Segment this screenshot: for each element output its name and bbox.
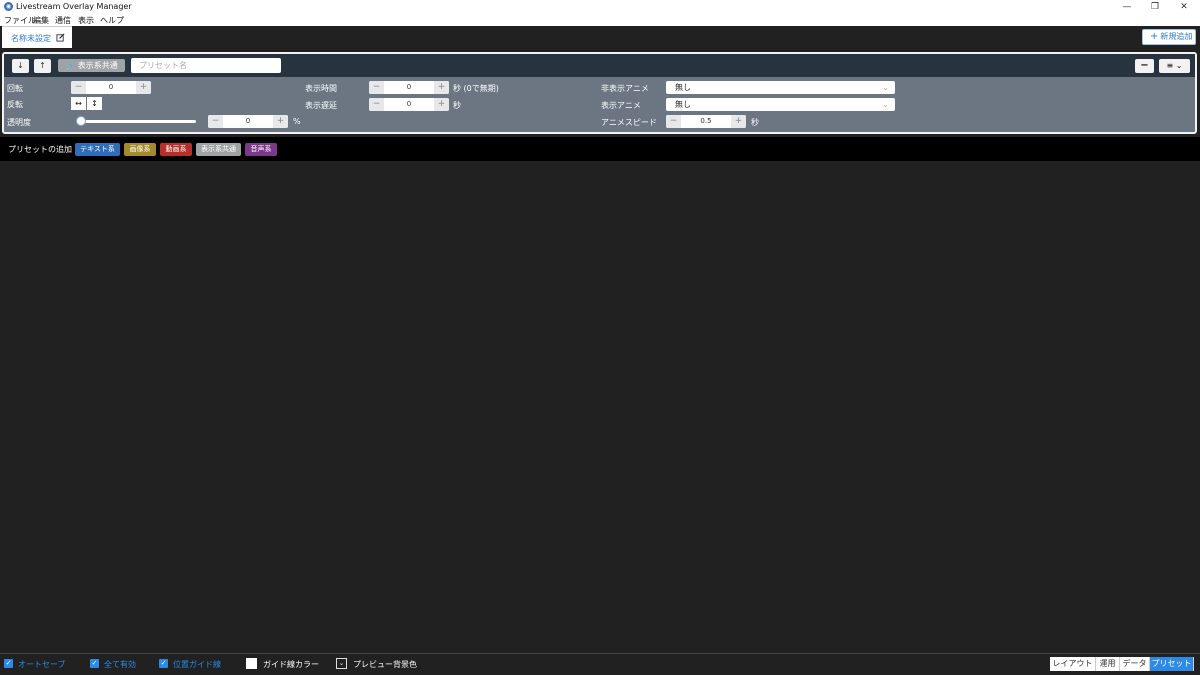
display-time-stepper[interactable]: − 0 +	[369, 81, 449, 94]
display-delay-decrement[interactable]: −	[369, 98, 384, 111]
add-display-common-button[interactable]: 表示系共通	[196, 143, 241, 156]
edit-icon[interactable]	[56, 33, 65, 42]
guide-lines-checkbox[interactable]: ✓	[159, 659, 168, 668]
anime-speed-increment[interactable]: +	[731, 115, 746, 128]
anime-speed-stepper[interactable]: − 0.5 +	[666, 115, 746, 128]
display-delay-value[interactable]: 0	[384, 98, 434, 111]
display-delay-label: 表示遅延	[305, 101, 337, 110]
preset-name-input[interactable]	[131, 58, 281, 73]
menu-file[interactable]: ファイル	[4, 15, 36, 26]
rotation-increment[interactable]: +	[136, 81, 151, 94]
restore-button[interactable]: ❐	[1148, 1, 1162, 13]
show-anime-value: 無し	[675, 100, 691, 109]
chevron-down-icon: ⌄	[882, 83, 889, 92]
menu-view[interactable]: 表示	[78, 15, 94, 26]
all-enabled-label[interactable]: 全て有効	[104, 659, 136, 670]
tab-untitled[interactable]: 名称未設定	[2, 26, 72, 48]
opacity-increment[interactable]: +	[273, 115, 288, 128]
menu-help[interactable]: ヘルプ	[100, 15, 124, 26]
guide-color-label: ガイド線カラー	[263, 660, 319, 669]
add-preset-bar: プリセットの追加 テキスト系 画像系 動画系 表示系共通 音声系	[0, 137, 1200, 161]
window-title: Livestream Overlay Manager	[16, 2, 132, 11]
anime-speed-unit: 秒	[751, 118, 759, 127]
display-time-unit: 秒 (0で無期)	[453, 84, 499, 93]
display-delay-unit: 秒	[453, 101, 461, 110]
anime-speed-decrement[interactable]: −	[666, 115, 681, 128]
display-time-increment[interactable]: +	[434, 81, 449, 94]
display-time-label: 表示時間	[305, 84, 337, 93]
rotation-stepper[interactable]: − 0 +	[71, 81, 151, 94]
autosave-label[interactable]: オートセーブ	[18, 659, 66, 670]
menu-bar: ファイル 編集 通信 表示 ヘルプ	[0, 14, 1200, 26]
mode-tab-operation[interactable]: 運用	[1096, 657, 1120, 671]
preset-panel-header: ↓ ↑ 🔗 表示系共通 − ≡ ⌄	[4, 54, 1195, 77]
move-up-button[interactable]: ↑	[34, 59, 51, 73]
all-enabled-checkbox[interactable]: ✓	[90, 659, 99, 668]
rotation-decrement[interactable]: −	[71, 81, 86, 94]
tab-label: 名称未設定	[11, 34, 51, 43]
menu-connection[interactable]: 通信	[55, 15, 71, 26]
common-chip-label: 表示系共通	[77, 61, 118, 70]
opacity-slider-track[interactable]	[80, 120, 196, 123]
rotation-label: 回転	[7, 84, 23, 93]
guide-lines-label[interactable]: 位置ガイド線	[173, 659, 221, 670]
app-logo-icon: ◉	[4, 2, 13, 11]
display-time-decrement[interactable]: −	[369, 81, 384, 94]
hide-anime-value: 無し	[675, 83, 691, 92]
hide-anime-label: 非表示アニメ	[601, 84, 649, 93]
hide-anime-select[interactable]: 無し ⌄	[666, 81, 895, 94]
display-time-value[interactable]: 0	[384, 81, 434, 94]
minimize-button[interactable]: —	[1120, 1, 1134, 13]
anime-speed-value[interactable]: 0.5	[681, 115, 731, 128]
chevron-down-icon: ⌄	[882, 100, 889, 109]
flip-vertical-button[interactable]: ↕	[87, 97, 102, 110]
opacity-stepper[interactable]: − 0 +	[208, 115, 288, 128]
autosave-checkbox[interactable]: ✓	[4, 659, 13, 668]
plus-icon: +	[1150, 31, 1159, 42]
anime-speed-label: アニメスピード	[601, 118, 657, 127]
panel-menu-button[interactable]: ≡ ⌄	[1159, 59, 1190, 73]
add-image-preset-button[interactable]: 画像系	[124, 143, 156, 156]
preview-bg-label: プレビュー背景色	[353, 660, 417, 669]
opacity-value[interactable]: 0	[223, 115, 273, 128]
new-add-label: 新規追加	[1160, 32, 1193, 41]
flip-label: 反転	[7, 100, 23, 109]
opacity-unit: %	[293, 117, 301, 126]
link-icon: 🔗	[65, 61, 76, 70]
new-add-button[interactable]: + 新規追加	[1142, 29, 1196, 45]
show-anime-label: 表示アニメ	[601, 101, 641, 110]
mode-tab-layout[interactable]: レイアウト	[1050, 657, 1096, 671]
add-video-preset-button[interactable]: 動画系	[160, 143, 192, 156]
collapse-button[interactable]: −	[1135, 59, 1154, 73]
preview-bg-swatch[interactable]: ⌄	[336, 658, 347, 669]
title-bar: ◉ Livestream Overlay Manager — ❐ ✕	[0, 0, 1200, 14]
mode-tab-data[interactable]: データ	[1120, 657, 1150, 671]
opacity-label: 透明度	[7, 118, 31, 127]
display-common-chip[interactable]: 🔗 表示系共通	[58, 59, 125, 72]
add-audio-preset-button[interactable]: 音声系	[245, 143, 277, 156]
display-delay-stepper[interactable]: − 0 +	[369, 98, 449, 111]
add-preset-label: プリセットの追加	[8, 145, 72, 154]
display-delay-increment[interactable]: +	[434, 98, 449, 111]
add-text-preset-button[interactable]: テキスト系	[75, 143, 120, 156]
close-button[interactable]: ✕	[1177, 1, 1191, 13]
guide-color-swatch[interactable]	[246, 658, 257, 669]
opacity-slider-thumb[interactable]	[76, 116, 86, 126]
flip-horizontal-button[interactable]: ↔	[71, 97, 86, 110]
rotation-value[interactable]: 0	[86, 81, 136, 94]
mode-tab-preset[interactable]: プリセット	[1150, 657, 1194, 671]
move-down-button[interactable]: ↓	[12, 59, 29, 73]
tab-strip: 名称未設定 + 新規追加	[0, 26, 1200, 48]
menu-edit[interactable]: 編集	[33, 15, 49, 26]
show-anime-select[interactable]: 無し ⌄	[666, 98, 895, 111]
opacity-decrement[interactable]: −	[208, 115, 223, 128]
